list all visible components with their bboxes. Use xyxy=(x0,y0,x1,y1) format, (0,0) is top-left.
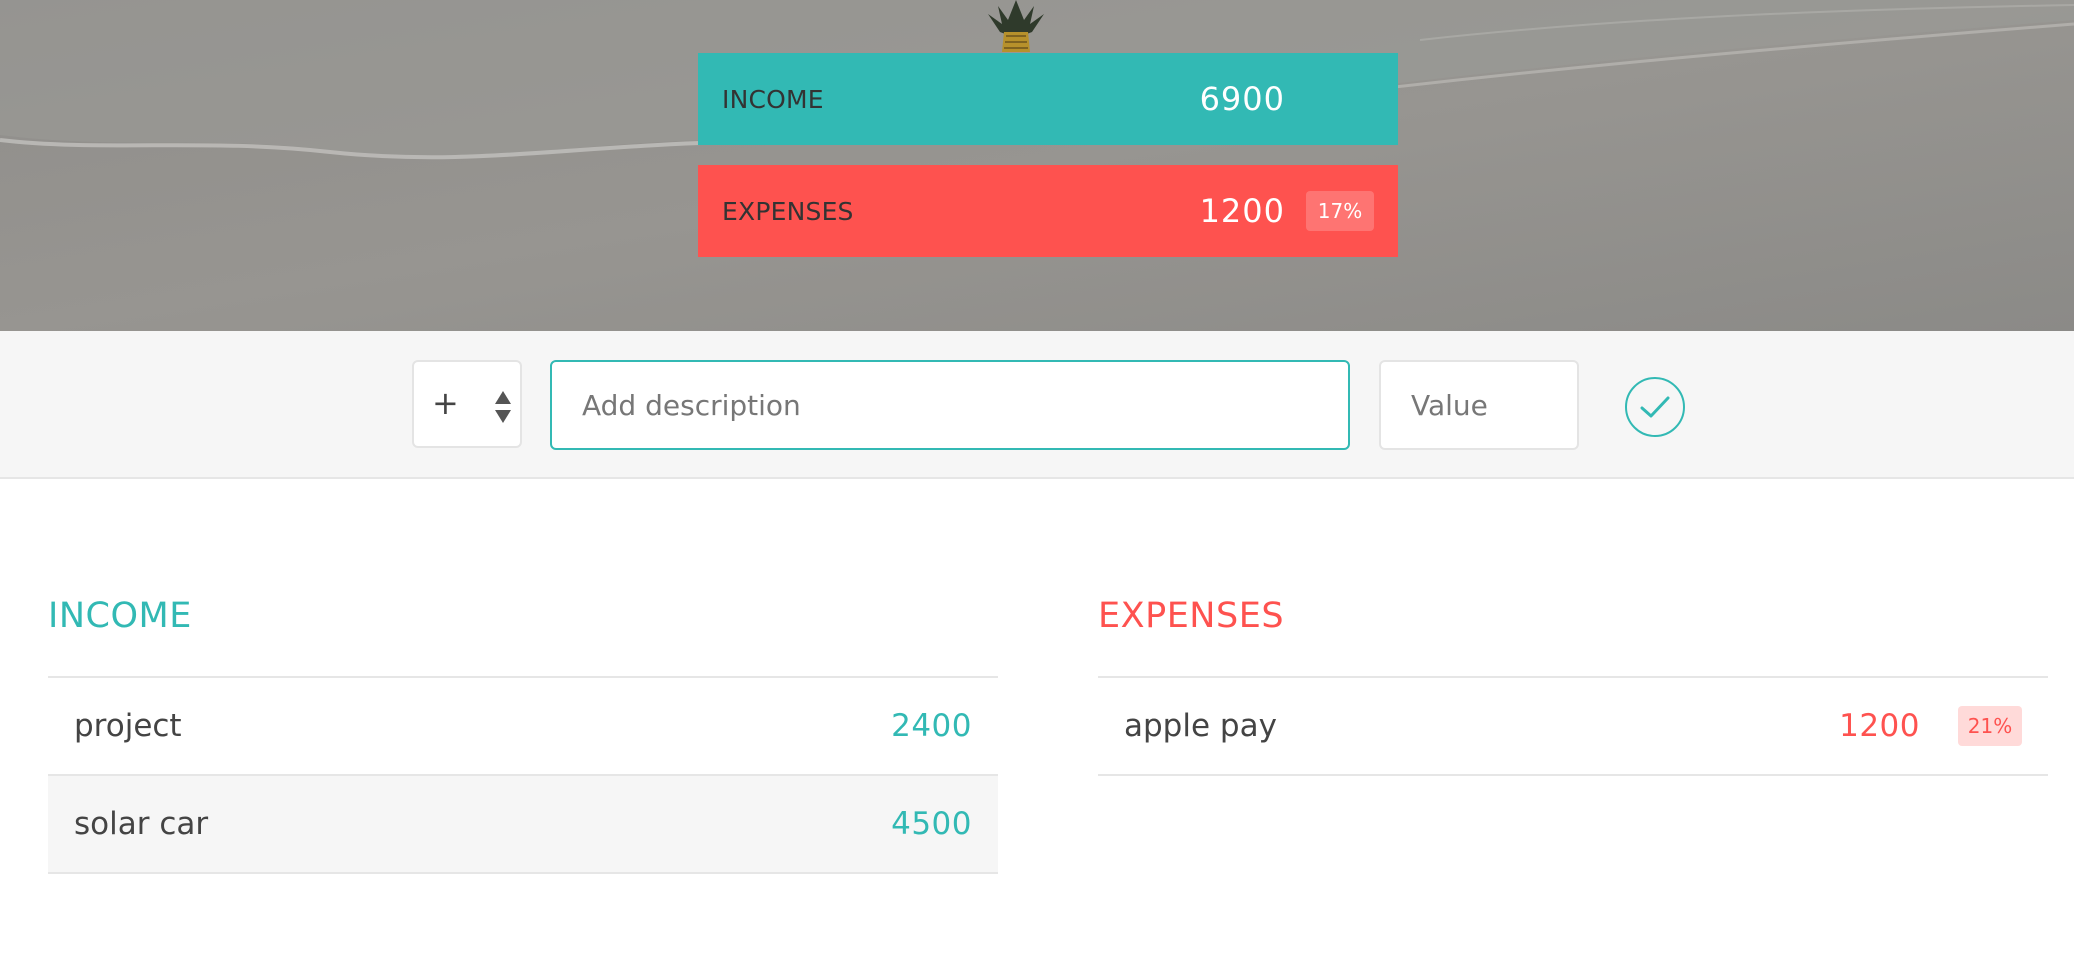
type-select[interactable]: + xyxy=(412,360,522,448)
income-item-value: 4500 xyxy=(891,806,972,842)
income-item-value: 2400 xyxy=(891,708,972,744)
income-item-description: project xyxy=(74,708,182,744)
income-item[interactable]: solar car 4500 xyxy=(48,776,998,874)
select-arrows-icon xyxy=(495,391,511,423)
checkmark-icon xyxy=(1640,396,1670,418)
budget-expenses-bar: EXPENSES 1200 17% xyxy=(698,165,1398,257)
expenses-list: EXPENSES apple pay 1200 21% xyxy=(1098,596,2048,776)
budget-expenses-value: 1200 xyxy=(1199,192,1285,230)
value-input[interactable] xyxy=(1379,360,1579,450)
income-item[interactable]: project 2400 xyxy=(48,678,998,776)
budget-income-bar: INCOME 6900 xyxy=(698,53,1398,145)
expense-item-percentage: 21% xyxy=(1958,706,2022,746)
add-item-button[interactable] xyxy=(1625,377,1685,437)
budget-expenses-percentage: 17% xyxy=(1306,191,1374,231)
expense-item-value: 1200 xyxy=(1839,708,1920,744)
budget-income-value: 6900 xyxy=(1199,80,1285,118)
budget-expenses-label: EXPENSES xyxy=(722,196,854,226)
description-input[interactable] xyxy=(550,360,1350,450)
pineapple-image xyxy=(988,0,1044,52)
add-item-bar: + xyxy=(0,331,2074,479)
expenses-list-title: EXPENSES xyxy=(1098,596,2048,678)
expense-item-description: apple pay xyxy=(1124,708,1277,744)
budget-income-label: INCOME xyxy=(722,84,824,114)
expense-item[interactable]: apple pay 1200 21% xyxy=(1098,678,2048,776)
type-select-value: + xyxy=(432,384,459,422)
income-list-title: INCOME xyxy=(48,596,998,678)
hero-background: INCOME 6900 EXPENSES 1200 17% xyxy=(0,0,2074,331)
income-list: INCOME project 2400 solar car 4500 xyxy=(48,596,998,874)
income-item-description: solar car xyxy=(74,806,209,842)
